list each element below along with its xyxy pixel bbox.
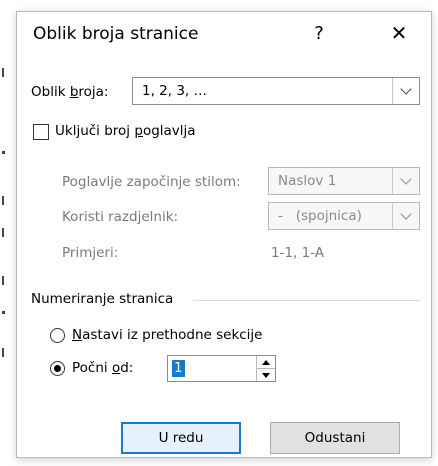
start-at-label[interactable]: Počni od:	[72, 360, 133, 376]
arrow-down-icon	[262, 372, 270, 378]
include-chapter-checkbox[interactable]	[33, 124, 49, 140]
background-text-fragment	[0, 306, 6, 318]
background-text-fragment	[0, 346, 6, 358]
arrow-up-icon	[262, 359, 270, 365]
number-format-label: Oblik broja:	[31, 84, 109, 100]
separator-value: - (spojnica)	[278, 208, 362, 224]
separator-label: Koristi razdjelnik:	[62, 209, 179, 225]
separator-select[interactable]: - (spojnica)	[268, 202, 420, 230]
background-text-fragment	[0, 194, 6, 206]
chevron-down-icon[interactable]	[392, 168, 419, 194]
background-text-fragment	[0, 226, 6, 238]
spinner-buttons	[256, 356, 275, 381]
background-text-fragment	[0, 146, 6, 158]
continue-radio[interactable]	[50, 328, 65, 343]
chapter-style-value: Naslov 1	[278, 173, 337, 189]
background-text-fragment	[0, 274, 6, 286]
page-numbering-group-label: Numeriranje stranica	[31, 291, 174, 307]
help-icon: ?	[314, 22, 324, 44]
chapter-style-label: Poglavlje započinje stilom:	[62, 174, 241, 190]
chevron-down-icon[interactable]	[392, 203, 419, 229]
start-at-radio[interactable]	[50, 361, 65, 376]
number-format-select[interactable]: 1, 2, 3, …	[132, 77, 420, 105]
start-at-spinner[interactable]: 1	[167, 355, 276, 382]
close-icon: ✕	[390, 21, 408, 45]
spin-down-button[interactable]	[257, 369, 275, 381]
spin-up-button[interactable]	[257, 356, 275, 369]
background-text-fragment	[0, 66, 6, 78]
dialog-title: Oblik broja stranice	[33, 24, 199, 44]
page-number-format-dialog: Oblik broja stranice ? ✕ Oblik broja: 1,…	[16, 11, 432, 458]
ok-button[interactable]: U redu	[121, 422, 241, 454]
chevron-down-icon[interactable]	[392, 78, 419, 104]
start-at-value[interactable]: 1	[172, 360, 185, 377]
group-divider	[193, 300, 421, 301]
chapter-style-select[interactable]: Naslov 1	[268, 167, 420, 195]
title-bar: Oblik broja stranice ? ✕	[17, 12, 431, 55]
continue-label[interactable]: Nastavi iz prethodne sekcije	[72, 327, 263, 343]
include-chapter-label[interactable]: Uključi broj poglavlja	[55, 123, 196, 139]
cancel-button[interactable]: Odustani	[270, 422, 400, 454]
number-format-value: 1, 2, 3, …	[142, 83, 208, 99]
close-button[interactable]: ✕	[377, 17, 421, 49]
help-button[interactable]: ?	[297, 17, 341, 49]
examples-value: 1-1, 1-A	[271, 245, 325, 261]
examples-label: Primjeri:	[62, 245, 119, 261]
